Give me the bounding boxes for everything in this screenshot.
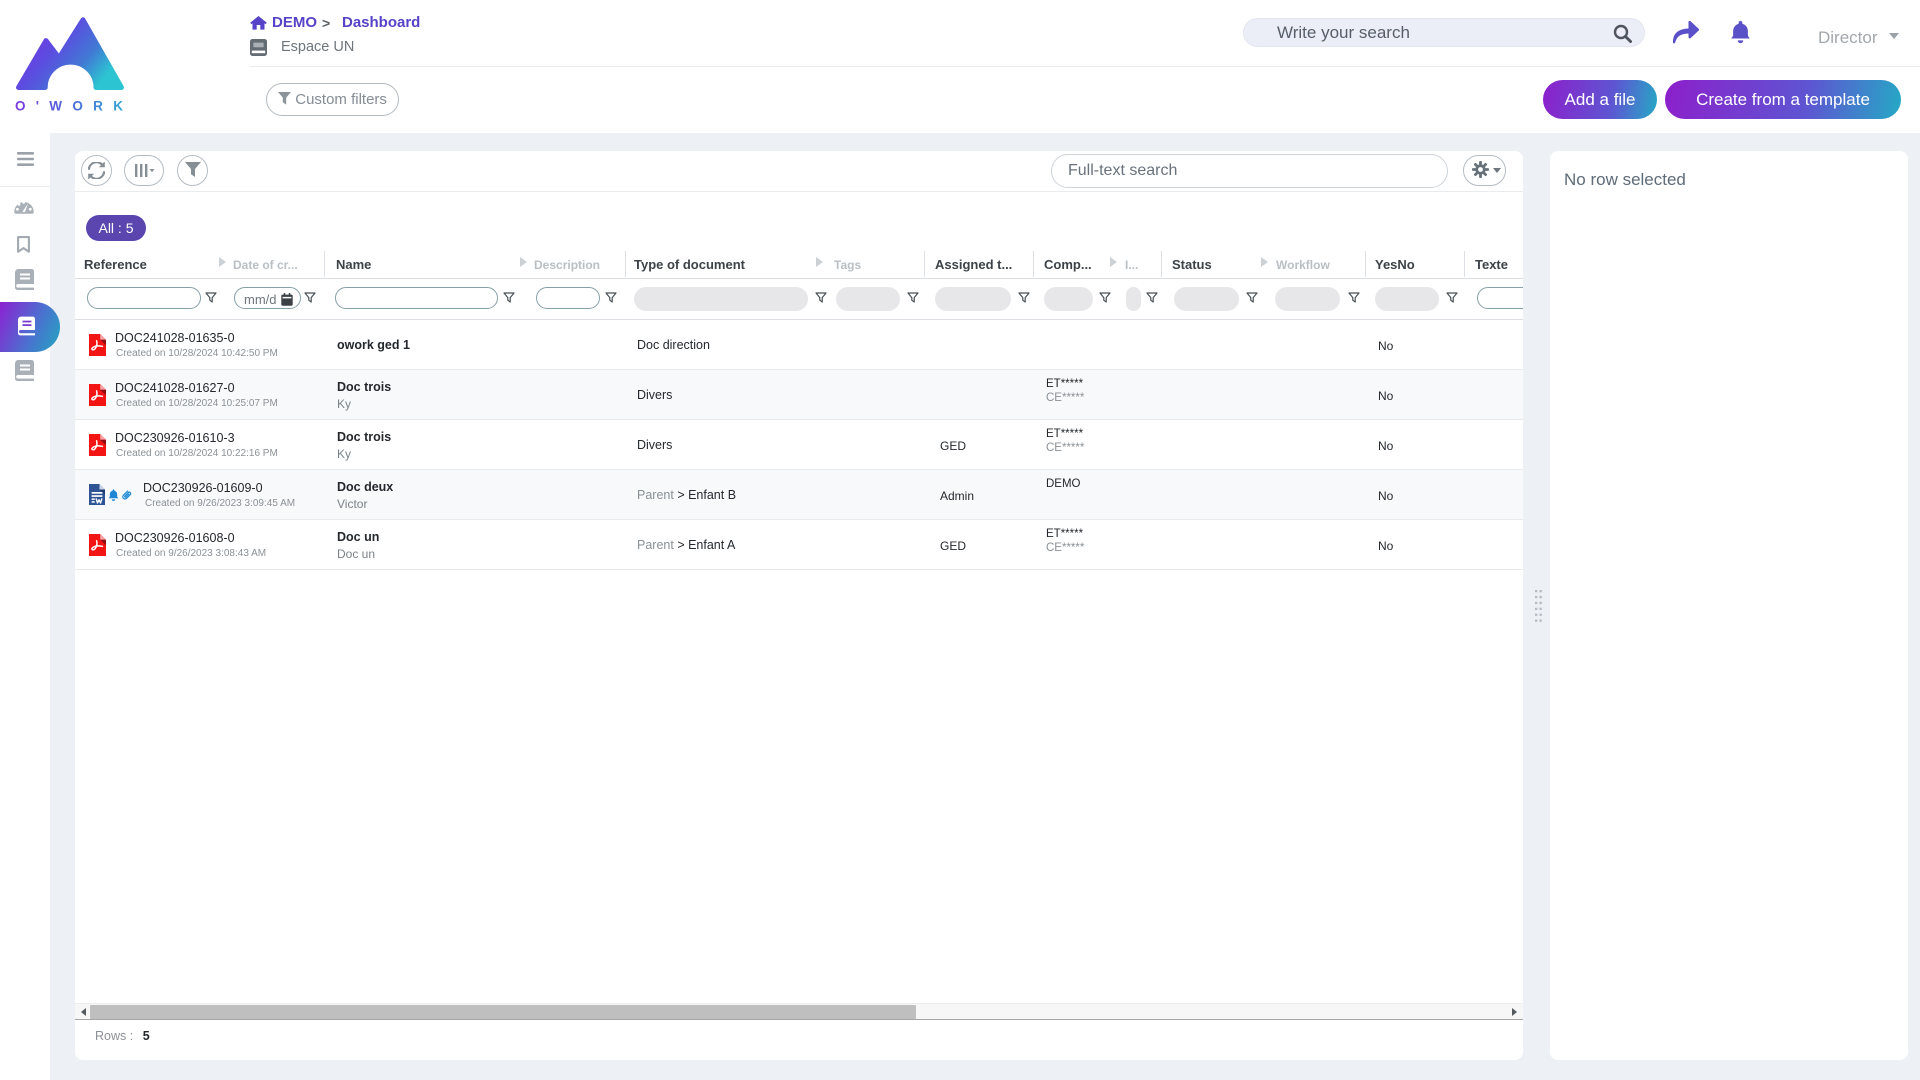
svg-text:O'WORK: O'WORK: [15, 99, 133, 114]
